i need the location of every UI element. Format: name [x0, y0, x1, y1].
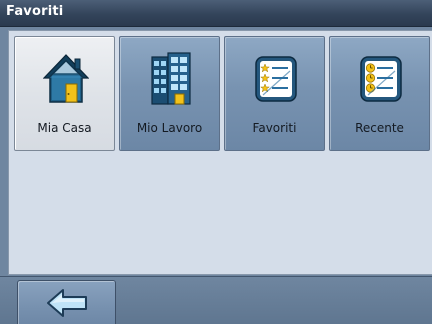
favorites-list-icon	[255, 56, 297, 102]
navigator-screen: Favoriti Mia Casa Mio Lavoro Favoriti Re…	[0, 0, 432, 324]
title-bar: Favoriti	[0, 0, 432, 27]
tile-label: Favoriti	[252, 121, 297, 135]
home-icon	[43, 54, 89, 103]
mia-casa-button[interactable]: Mia Casa	[14, 36, 115, 151]
mio-lavoro-button[interactable]: Mio Lavoro	[119, 36, 220, 151]
recente-button[interactable]: Recente	[329, 36, 430, 151]
tile-label: Mio Lavoro	[136, 121, 203, 135]
recent-list-icon	[360, 56, 402, 102]
back-button[interactable]	[17, 280, 116, 324]
tile-label: Mia Casa	[37, 121, 92, 135]
page-title: Favoriti	[6, 4, 64, 19]
office-building-icon	[151, 52, 191, 105]
back-arrow-icon	[47, 289, 87, 317]
tile-label: Recente	[355, 121, 404, 135]
favoriti-button[interactable]: Favoriti	[224, 36, 325, 151]
favorites-panel: Mia Casa Mio Lavoro Favoriti Recente	[8, 30, 432, 275]
bottom-bar	[0, 276, 432, 324]
